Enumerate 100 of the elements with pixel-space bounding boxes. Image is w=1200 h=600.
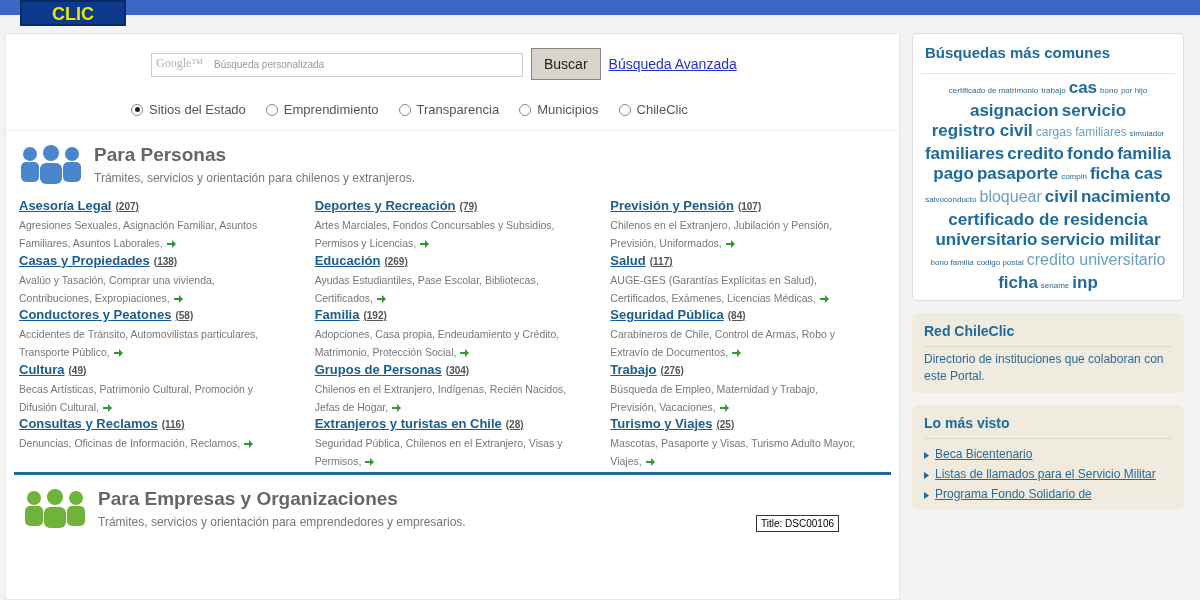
category-count: (138)	[153, 254, 178, 269]
search-tag[interactable]: codigo postal	[976, 252, 1024, 273]
category-link[interactable]: Seguridad Pública	[610, 306, 724, 324]
category-count: (84)	[727, 309, 746, 323]
panel-title: Lo más visto	[924, 412, 1172, 439]
category-link[interactable]: Cultura	[19, 360, 65, 379]
category-description: Chilenos en el Extranjero, Jubilación y Pensión, Previsión, Uniformados,	[610, 218, 834, 251]
tooltip: Title: DSC00106	[756, 514, 839, 532]
category-link[interactable]: Extranjeros y turistas en Chile	[314, 415, 502, 433]
category-description: Mascotas, Pasaporte y Visas, Turismo Adulto Mayor, Viajes,	[610, 436, 857, 469]
search-tag[interactable]: por hijo	[1120, 80, 1148, 101]
category-description: Denuncias, Oficinas de Información, Reclamos,	[19, 434, 295, 452]
arrow-icon[interactable]	[244, 440, 254, 449]
category-count: (207)	[115, 200, 139, 214]
radio-button[interactable]	[131, 103, 143, 116]
radio-button[interactable]	[519, 103, 532, 116]
section-subtitle: Trámites, servicios y orientación para emprendedores y empresarios.	[98, 514, 466, 531]
search-button[interactable]: Buscar	[531, 48, 601, 80]
search-tag[interactable]: pago	[933, 163, 974, 184]
arrow-icon[interactable]	[819, 294, 829, 303]
search-tag[interactable]: nacimiento	[1080, 186, 1171, 207]
arrow-icon[interactable]	[420, 240, 430, 249]
most-viewed-link[interactable]: Listas de llamados para el Servicio Militar	[935, 466, 1156, 482]
search-tag[interactable]: trabajo	[1041, 80, 1066, 101]
category-description: Búsqueda de Empleo, Maternidad y Trabajo, Previsión, Vacaciones,	[610, 381, 820, 415]
search-tag[interactable]: certificado de residencia	[948, 209, 1148, 230]
category-link[interactable]: Trabajo	[610, 360, 657, 379]
category-description: Avalúo y Tasación, Comprar una vivienda, Contribuciones, Expropiaciones,	[19, 272, 216, 306]
arrow-icon[interactable]	[365, 458, 375, 467]
arrow-icon[interactable]	[645, 458, 655, 467]
category-link[interactable]: Turismo y Viajes	[610, 415, 713, 433]
search-tag[interactable]: bono	[1100, 80, 1118, 101]
search-tag[interactable]: registro civil	[931, 120, 1033, 141]
radio-button[interactable]	[265, 103, 278, 116]
advanced-search-link[interactable]: Búsqueda Avanzada	[608, 53, 737, 75]
category-count: (79)	[459, 200, 478, 214]
arrow-icon[interactable]	[166, 240, 176, 249]
category-count: (49)	[68, 363, 87, 378]
category-link[interactable]: Asesoría Legal	[19, 197, 112, 215]
search-tag[interactable]: salvoconducto	[925, 189, 977, 210]
search-tag[interactable]: ficha	[998, 272, 1038, 293]
panel-text: Directorio de instituciones que colaboran con este Portal.	[924, 350, 1165, 385]
category-link[interactable]: Casas y Propiedades	[19, 251, 150, 270]
search-tag[interactable]: fondo	[1067, 143, 1115, 164]
logo[interactable]: CLIC	[20, 0, 126, 26]
search-tag[interactable]: ficha cas	[1089, 163, 1163, 184]
radio-label: Emprendimiento	[283, 101, 379, 119]
search-tag[interactable]: cas	[1068, 77, 1098, 98]
category-link[interactable]: Consultas y Reclamos	[19, 415, 158, 433]
search-tag[interactable]: simulador	[1129, 123, 1165, 144]
category-link[interactable]: Educación	[314, 251, 381, 270]
radio-label: Transparencia	[416, 101, 500, 119]
category-count: (107)	[737, 200, 762, 214]
search-tag[interactable]: familiares	[924, 143, 1005, 164]
bullet-icon	[924, 471, 929, 479]
people-icon	[24, 487, 86, 528]
category-link[interactable]: Familia	[314, 306, 360, 324]
arrow-icon[interactable]	[732, 349, 742, 358]
search-tag[interactable]: pasaporte	[976, 163, 1059, 184]
search-tag[interactable]: civil	[1044, 186, 1078, 207]
arrow-icon[interactable]	[113, 349, 123, 358]
most-viewed-link[interactable]: Programa Fondo Solidario de	[935, 486, 1092, 502]
arrow-icon[interactable]	[460, 349, 470, 358]
search-brand: Google™	[156, 55, 204, 72]
category-description: Becas Artísticas, Patrimonio Cultural, Promoción y Difusión Cultural,	[19, 381, 254, 415]
bullet-icon	[924, 491, 929, 499]
search-tag[interactable]: compin	[1061, 166, 1087, 187]
people-icon	[20, 143, 82, 184]
search-tag[interactable]: bono familia	[930, 252, 974, 273]
category-description: Adopciones, Casa propia, Endeudamiento y Crédito, Matrimonio, Protección Social,	[314, 327, 561, 360]
radio-button[interactable]	[618, 103, 631, 116]
category-link[interactable]: Previsión y Pensión	[610, 197, 734, 215]
search-tag[interactable]: servicio militar	[1040, 229, 1161, 250]
arrow-icon[interactable]	[719, 403, 729, 412]
category-link[interactable]: Conductores y Peatones	[19, 306, 172, 324]
radio-button[interactable]	[398, 103, 411, 116]
search-tag[interactable]: inp	[1072, 272, 1098, 293]
search-tag[interactable]: credito	[1007, 143, 1064, 164]
most-viewed-link[interactable]: Beca Bicentenario	[935, 446, 1033, 462]
category-count: (116)	[161, 418, 185, 432]
category-link[interactable]: Deportes y Recreación	[314, 197, 456, 215]
search-tag[interactable]: servicio	[1061, 100, 1127, 121]
category-link[interactable]: Salud	[610, 251, 646, 270]
arrow-icon[interactable]	[725, 240, 735, 249]
category-description: Carabineros de Chile, Control de Armas, Robo y Extravío de Documentos,	[610, 327, 837, 360]
category-link[interactable]: Grupos de Personas	[314, 360, 442, 379]
arrow-icon[interactable]	[102, 403, 112, 412]
radio-label: Sitios del Estado	[149, 101, 246, 119]
category-description: Chilenos en el Extranjero, Indígenas, Recién Nacidos, Jefas de Hogar,	[314, 381, 568, 415]
category-count: (28)	[505, 418, 524, 432]
arrow-icon[interactable]	[392, 403, 402, 412]
search-tag[interactable]: universitario	[935, 229, 1038, 250]
arrow-icon[interactable]	[173, 294, 183, 303]
search-tag[interactable]: sename	[1040, 275, 1070, 296]
search-tag[interactable]: asignacion	[969, 100, 1059, 121]
search-tag[interactable]: certificado de matrimonio	[948, 80, 1039, 101]
category-description: Seguridad Pública, Chilenos en el Extranjero, Visas y Permisos,	[314, 436, 564, 469]
search-tag[interactable]: familia	[1117, 143, 1172, 164]
arrow-icon[interactable]	[377, 294, 386, 303]
category-count: (25)	[716, 418, 735, 432]
